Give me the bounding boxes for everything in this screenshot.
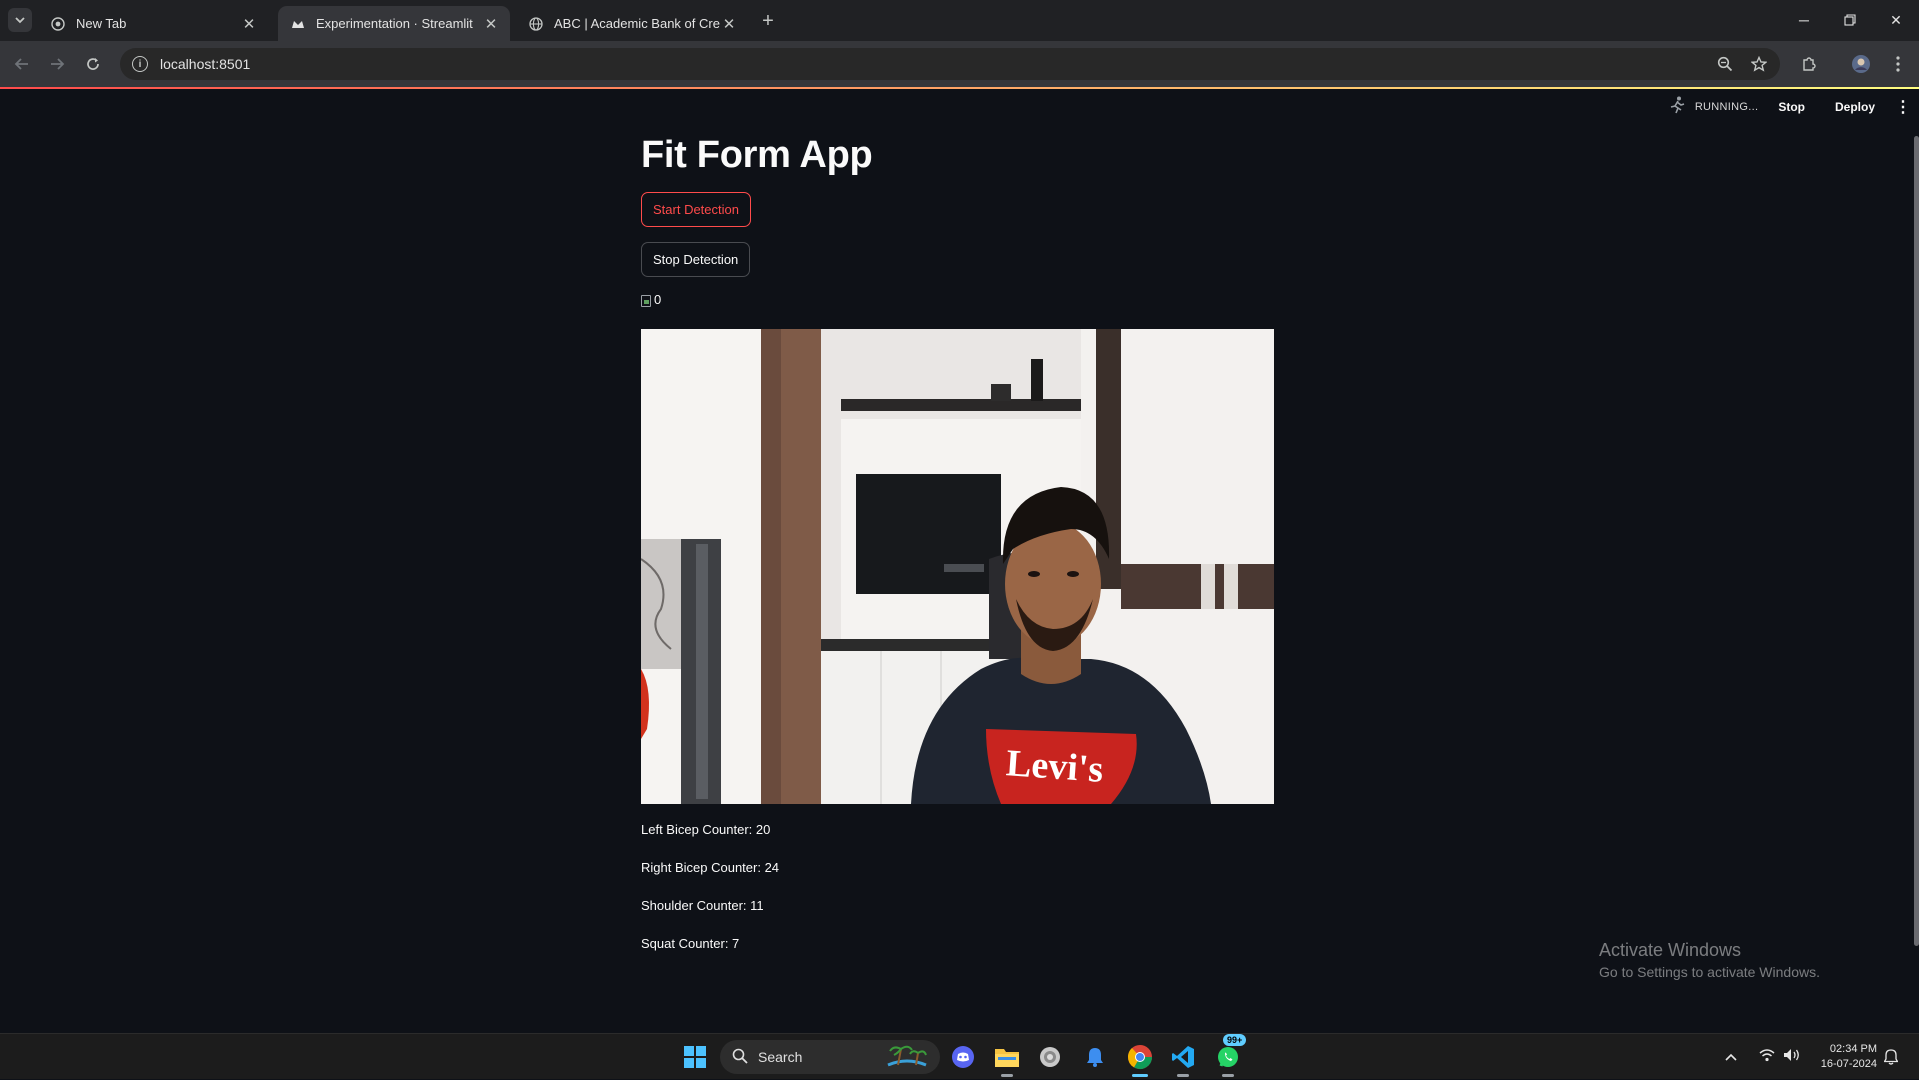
clock-time: 02:34 PM [1829,1043,1877,1055]
profile-avatar-icon[interactable] [1850,53,1872,75]
vscode-icon[interactable] [1168,1042,1198,1077]
tab-title: New Tab [76,16,127,31]
search-highlight-palm-icon [884,1043,930,1072]
back-arrow-icon[interactable] [9,51,35,77]
stop-detection-button[interactable]: Stop Detection [641,242,751,277]
running-indicator [1222,1074,1234,1077]
shield-app-icon[interactable] [1035,1042,1065,1072]
notification-bell-app-icon[interactable] [1080,1042,1110,1072]
reload-icon[interactable] [80,51,106,77]
main-content: Fit Form App Start Detection Stop Detect… [641,130,1281,951]
close-tab-icon[interactable]: ✕ [720,15,738,33]
broken-image-alt-text: 0 [654,292,662,307]
page-scrollbar[interactable] [1914,136,1919,946]
extensions-puzzle-icon[interactable] [1798,53,1820,75]
windows-start-icon[interactable] [680,1042,710,1072]
bookmark-star-icon[interactable] [1748,53,1770,75]
close-tab-icon[interactable]: ✕ [482,15,500,33]
zoom-icon[interactable] [1714,53,1736,75]
streamlit-crown-icon [290,16,306,32]
address-bar[interactable]: i localhost:8501 [120,48,1780,80]
right-bicep-counter: Right Bicep Counter: 24 [641,860,780,875]
shoulder-counter: Shoulder Counter: 11 [641,898,764,913]
new-tab-plus-icon[interactable]: + [755,8,781,34]
activate-windows-subtitle: Go to Settings to activate Windows. [1599,964,1820,980]
site-info-icon[interactable]: i [132,56,148,72]
left-bicep-counter: Left Bicep Counter: 20 [641,822,771,837]
taskbar-clock[interactable]: 02:34 PM 16-07-2024 [1805,1042,1877,1072]
broken-image: 0 [641,292,661,307]
chrome-menu-kebab-icon[interactable] [1887,53,1909,75]
discord-icon[interactable] [948,1042,978,1072]
page-title: Fit Form App [641,134,873,176]
tab-new-tab[interactable]: New Tab ✕ [38,6,268,41]
running-status-text: RUNNING... [1694,100,1759,113]
main-menu-kebab-icon[interactable]: ⋮ [1895,97,1911,117]
system-tray [1725,1034,1801,1080]
globe-icon [528,16,544,32]
webcam-frame: Levi's [641,329,1274,804]
browser-tab-strip: New Tab ✕ Experimentation · Streamlit ✕ … [0,0,1919,41]
tab-title: ABC | Academic Bank of Credits [554,16,720,31]
whatsapp-unread-badge: 99+ [1223,1034,1247,1046]
tab-streamlit[interactable]: Experimentation · Streamlit ✕ [278,6,510,41]
search-placeholder: Search [758,1049,803,1065]
running-man-icon [1669,96,1685,117]
windows-taskbar: Search 99+ 02:34 PM 16-07-2024 [0,1033,1919,1079]
squat-counter: Squat Counter: 7 [641,936,740,951]
file-explorer-icon[interactable] [992,1042,1022,1077]
running-status: RUNNING... [1669,96,1759,117]
active-indicator [1132,1074,1148,1077]
streamlit-decoration-bar [0,87,1919,89]
start-detection-button[interactable]: Start Detection [641,192,751,227]
close-tab-icon[interactable]: ✕ [240,15,258,33]
taskbar-search-input[interactable]: Search [720,1040,940,1074]
tab-abc[interactable]: ABC | Academic Bank of Credits ✕ [516,6,748,41]
volume-icon[interactable] [1783,1048,1801,1067]
webcam-scene-image: Levi's [641,329,1274,804]
tab-title: Experimentation · Streamlit [316,16,473,31]
restore-icon[interactable] [1827,0,1873,40]
stop-run-button[interactable]: Stop [1778,100,1805,114]
whatsapp-icon[interactable]: 99+ [1213,1034,1247,1077]
tab-search-chevron-icon[interactable] [8,8,32,32]
browser-toolbar: i localhost:8501 [0,41,1919,87]
close-window-icon[interactable]: ✕ [1873,0,1919,40]
minimize-icon[interactable]: ─ [1781,0,1827,40]
counters-list: Left Bicep Counter: 20 Right Bicep Count… [641,822,779,974]
streamlit-header: RUNNING... Stop Deploy ⋮ [1669,96,1911,117]
broken-image-icon [641,295,651,307]
clock-date: 16-07-2024 [1820,1058,1877,1070]
chrome-icon [50,16,66,32]
wifi-icon[interactable] [1759,1048,1775,1067]
activate-windows-title: Activate Windows [1599,940,1742,960]
tray-overflow-chevron-icon[interactable] [1725,1048,1737,1066]
activate-windows-watermark: Activate Windows Go to Settings to activ… [1599,940,1820,980]
search-icon [732,1048,748,1067]
running-indicator [1001,1074,1013,1077]
notification-center-bell-icon[interactable] [1884,1034,1898,1080]
chrome-taskbar-icon[interactable] [1125,1042,1155,1077]
forward-arrow-icon[interactable] [44,51,70,77]
running-indicator [1177,1074,1189,1077]
shirt-logo-text: Levi's [1005,742,1105,791]
deploy-button[interactable]: Deploy [1835,100,1875,114]
url-text: localhost:8501 [160,56,251,72]
